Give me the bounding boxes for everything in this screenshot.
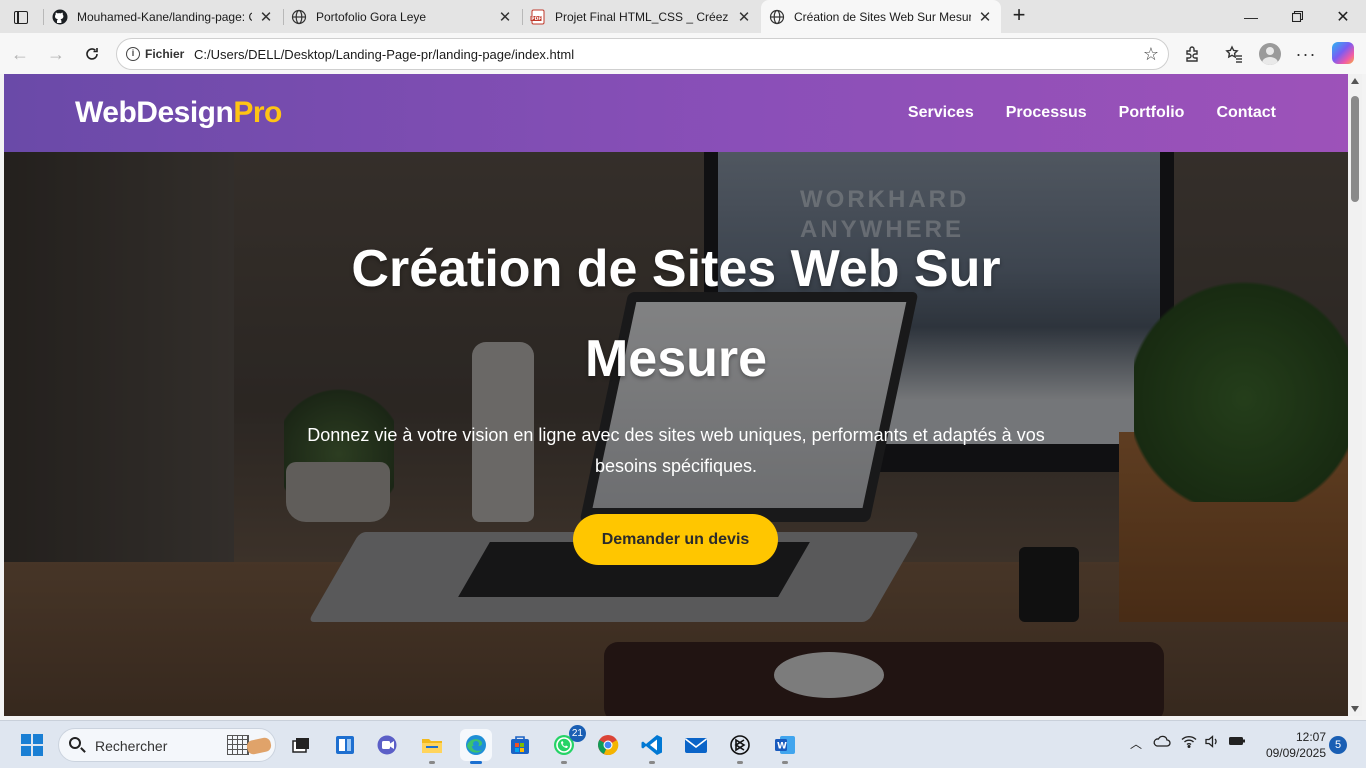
notification-count-badge[interactable]: 5	[1329, 736, 1347, 754]
restore-button[interactable]	[1274, 0, 1320, 33]
battery-icon[interactable]	[1228, 735, 1246, 750]
system-clock[interactable]: 12:07 09/09/2025	[1252, 729, 1326, 761]
search-placeholder: Rechercher	[95, 738, 168, 754]
minimize-button[interactable]: —	[1228, 0, 1274, 33]
main-nav: Services Processus Portfolio Contact	[908, 104, 1276, 122]
mail-icon[interactable]	[680, 729, 712, 761]
profile-avatar[interactable]	[1259, 43, 1281, 65]
logo-main-text: WebDesign	[75, 96, 234, 129]
task-view-icon[interactable]	[284, 729, 316, 761]
tab-actions-button[interactable]	[8, 5, 34, 29]
hero-title: Création de Sites Web Sur Mesure	[351, 240, 1001, 388]
globe-icon	[291, 9, 307, 25]
running-indicator	[649, 761, 655, 764]
scroll-up-arrow-icon[interactable]	[1351, 78, 1359, 84]
logo-accent-text: Pro	[233, 96, 282, 129]
favorite-star-icon[interactable]: ☆	[1143, 44, 1159, 65]
running-indicator	[429, 761, 435, 764]
tab-pdf[interactable]: PDF Projet Final HTML_CSS _ Créez Vo ✕	[522, 0, 760, 33]
tab-actions-icon	[14, 10, 28, 24]
search-highlight-hand-icon	[245, 736, 273, 756]
extensions-icon[interactable]	[1180, 41, 1206, 67]
tab-active-site[interactable]: Création de Sites Web Sur Mesure ✕	[761, 0, 1001, 33]
browser-toolbar: ← → i Fichier C:/Users/DELL/Desktop/Land…	[0, 33, 1366, 74]
running-indicator	[470, 761, 482, 764]
widgets-icon[interactable]	[329, 729, 361, 761]
vscode-icon[interactable]	[636, 729, 668, 764]
whatsapp-unread-badge: 21	[568, 725, 586, 742]
microsoft-store-icon[interactable]	[504, 729, 536, 761]
tab-title: Création de Sites Web Sur Mesure	[794, 9, 971, 24]
nav-link-services[interactable]: Services	[908, 104, 974, 122]
hero-subtitle: Donnez vie à votre vision en ligne avec …	[307, 425, 1045, 476]
close-tab-icon[interactable]: ✕	[736, 9, 752, 26]
nav-link-contact[interactable]: Contact	[1216, 104, 1276, 122]
url-text[interactable]: C:/Users/DELL/Desktop/Landing-Page-pr/la…	[194, 47, 574, 62]
back-button[interactable]: ←	[6, 40, 34, 68]
chrome-icon[interactable]	[592, 729, 624, 761]
search-icon	[69, 737, 81, 749]
site-logo[interactable]: WebDesignPro	[75, 96, 282, 130]
address-bar[interactable]: i Fichier C:/Users/DELL/Desktop/Landing-…	[116, 38, 1169, 70]
close-tab-icon[interactable]: ✕	[977, 9, 993, 26]
running-indicator	[782, 761, 788, 764]
site-header: WebDesignPro Services Processus Portfoli…	[4, 74, 1348, 152]
close-tab-icon[interactable]: ✕	[258, 9, 274, 26]
hero-section: Création de Sites Web Sur Mesure Donnez …	[4, 152, 1348, 716]
request-quote-button[interactable]: Demander un devis	[573, 514, 778, 565]
whatsapp-icon[interactable]: 21	[548, 725, 586, 764]
browser-tab-strip: Mouhamed-Kane/landing-page: C ✕ Portofol…	[0, 0, 1366, 33]
scrollbar-thumb[interactable]	[1351, 96, 1359, 202]
tab-github[interactable]: Mouhamed-Kane/landing-page: C ✕	[44, 0, 282, 33]
edge-browser-icon[interactable]	[460, 729, 492, 764]
tab-portfolio[interactable]: Portofolio Gora Leye ✕	[283, 0, 521, 33]
running-indicator	[737, 761, 743, 764]
chatgpt-icon[interactable]	[724, 729, 756, 764]
url-scheme-label: Fichier	[145, 47, 185, 61]
svg-text:PDF: PDF	[531, 16, 541, 22]
copilot-icon[interactable]	[1332, 42, 1354, 64]
more-options-icon[interactable]: ···	[1293, 41, 1319, 67]
scroll-down-arrow-icon[interactable]	[1351, 706, 1359, 712]
github-icon	[52, 9, 68, 25]
running-indicator	[561, 761, 567, 764]
tab-title: Projet Final HTML_CSS _ Créez Vo	[555, 9, 730, 24]
globe-icon	[769, 9, 785, 25]
file-explorer-icon[interactable]	[416, 729, 448, 764]
page-scrollbar[interactable]	[1348, 74, 1362, 716]
site-info-icon[interactable]: i	[126, 47, 140, 61]
tab-title: Portofolio Gora Leye	[316, 9, 427, 24]
new-tab-button[interactable]: +	[1008, 4, 1030, 28]
pdf-icon: PDF	[530, 9, 546, 25]
volume-icon[interactable]	[1204, 735, 1220, 751]
wifi-icon[interactable]	[1181, 735, 1197, 751]
forward-button[interactable]: →	[42, 40, 70, 68]
windows-taskbar: Rechercher 21 W ︿ 12:07 09/09/2025 5	[0, 720, 1366, 768]
taskbar-search[interactable]: Rechercher	[58, 728, 276, 762]
nav-link-processus[interactable]: Processus	[1006, 104, 1087, 122]
word-icon[interactable]: W	[769, 729, 801, 764]
nav-link-portfolio[interactable]: Portfolio	[1119, 104, 1185, 122]
onedrive-cloud-icon[interactable]	[1153, 735, 1171, 750]
favorites-icon[interactable]	[1221, 41, 1247, 67]
page-viewport: WORKHARD ANYWHERE WebDesignPro Services …	[4, 74, 1348, 716]
windows-start-button[interactable]	[21, 734, 43, 756]
close-tab-icon[interactable]: ✕	[497, 9, 513, 26]
svg-text:W: W	[777, 742, 787, 752]
clock-time: 12:07	[1295, 730, 1326, 744]
teams-meet-icon[interactable]	[372, 729, 404, 761]
search-highlight-grid-icon	[227, 735, 249, 755]
reload-button[interactable]	[78, 40, 106, 68]
close-window-button[interactable]: ✕	[1320, 0, 1366, 33]
tab-title: Mouhamed-Kane/landing-page: C	[77, 9, 252, 24]
clock-date: 09/09/2025	[1265, 746, 1326, 760]
show-hidden-icons-chevron-icon[interactable]: ︿	[1130, 735, 1142, 752]
